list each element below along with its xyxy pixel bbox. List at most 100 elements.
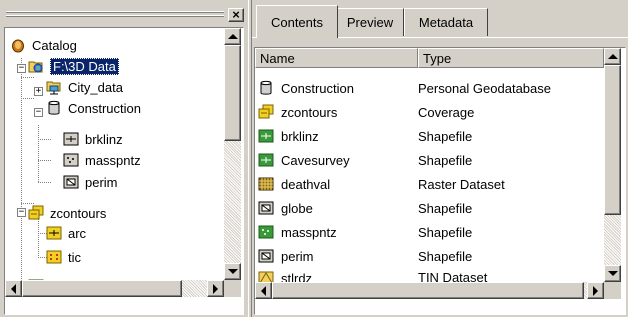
item-type: Personal Geodatabase — [418, 80, 551, 96]
pane-grip[interactable] — [6, 11, 224, 18]
list-scroll-up-button[interactable] — [604, 48, 621, 65]
tree-item-catalog[interactable]: Catalog — [9, 35, 77, 55]
tree-item-zcontours[interactable]: zcontours — [27, 203, 106, 223]
line-shapefile-icon — [258, 129, 274, 143]
tree-vertical-scroll-thumb[interactable] — [224, 45, 241, 141]
point-shapefile-icon — [63, 153, 79, 167]
list-vertical-scroll-thumb[interactable] — [604, 65, 621, 215]
arrow-right-icon — [593, 285, 598, 296]
arrow-down-icon — [607, 271, 618, 276]
tree-item-arc[interactable]: arc — [45, 223, 86, 243]
column-header-name[interactable]: Name — [255, 48, 418, 68]
arrow-left-icon — [11, 283, 16, 294]
tree-scroll-down-button[interactable] — [224, 263, 241, 280]
tree-item-label: perim — [85, 174, 118, 190]
tab-preview[interactable]: Preview — [336, 8, 404, 36]
item-name: globe — [281, 200, 313, 216]
tree-item-label: Catalog — [32, 37, 77, 53]
scrollbar-corner — [604, 282, 621, 299]
tree-item-masspntz[interactable]: masspntz — [62, 150, 141, 170]
line-shapefile-icon — [258, 153, 274, 167]
tree-horizontal-scroll-thumb[interactable] — [22, 280, 182, 297]
collapse-zcontours-button[interactable]: − — [17, 208, 26, 217]
polygon-shapefile-icon — [258, 249, 274, 263]
tree-scroll-up-button[interactable] — [224, 28, 241, 45]
tab-label: Preview — [346, 15, 394, 30]
connected-folder-icon — [28, 61, 43, 73]
arrow-down-icon — [227, 269, 238, 274]
list-item-brklinz[interactable]: brklinz Shapefile — [257, 124, 602, 148]
tab-metadata[interactable]: Metadata — [404, 8, 488, 36]
item-type: Coverage — [418, 104, 475, 120]
tic-coverage-icon — [46, 250, 62, 264]
list-scroll-down-button[interactable] — [604, 265, 621, 282]
column-header-label: Name — [260, 50, 295, 66]
list-item-globe[interactable]: globe Shapefile — [257, 196, 602, 220]
list-horizontal-scroll-thumb[interactable] — [272, 282, 584, 299]
list-item-stlrdz[interactable]: stlrdz TIN Dataset — [257, 268, 602, 282]
tree-item-label: F:\3D Data — [50, 57, 119, 75]
tree-scroll-right-button[interactable] — [207, 280, 224, 297]
tree-item-label: Construction — [68, 100, 141, 116]
collapse-construction-button[interactable]: − — [34, 108, 43, 117]
item-name: Construction — [281, 80, 354, 96]
list-item-cavesurvey[interactable]: Cavesurvey Shapefile — [257, 148, 602, 172]
tree-item-brklinz[interactable]: brklinz — [62, 129, 123, 149]
polygon-shapefile-icon — [258, 201, 274, 215]
arc-coverage-icon — [46, 226, 62, 240]
tree-item-label: City_data — [68, 79, 123, 95]
tree-item-label: tic — [68, 249, 81, 265]
column-header-type[interactable]: Type — [418, 48, 604, 68]
item-type: Shapefile — [418, 224, 473, 240]
item-name: perim — [281, 248, 314, 264]
arrow-up-icon — [607, 54, 618, 59]
collapse-f3d-button[interactable]: − — [17, 64, 26, 73]
item-name: Cavesurvey — [281, 152, 350, 168]
close-icon: × — [232, 7, 240, 22]
tree-item-perim[interactable]: perim — [62, 172, 118, 192]
tin-icon — [258, 271, 274, 282]
column-header-label: Type — [423, 50, 452, 66]
raster-icon — [258, 177, 274, 191]
list-item-perim[interactable]: perim Shapefile — [257, 244, 602, 268]
tree-item-city-data[interactable]: City_data — [45, 77, 123, 97]
list-scroll-left-button[interactable] — [255, 282, 272, 299]
tab-label: Metadata — [418, 15, 474, 30]
polygon-shapefile-icon — [63, 175, 79, 189]
item-type: TIN Dataset — [418, 270, 488, 282]
list-scroll-right-button[interactable] — [587, 282, 604, 299]
item-type: Shapefile — [418, 128, 473, 144]
close-pane-button[interactable]: × — [228, 8, 244, 22]
tree-item-f3d-data[interactable]: F:\3D Data — [27, 56, 119, 76]
catalog-tree: − + − − Catalog F:\3D Data City_data Con… — [4, 27, 244, 315]
item-type: Shapefile — [418, 152, 473, 168]
list-item-construction[interactable]: Construction Personal Geodatabase — [257, 76, 602, 100]
expand-city-data-button[interactable]: + — [34, 87, 43, 96]
item-type: Shapefile — [418, 200, 473, 216]
tree-scroll-left-button[interactable] — [5, 280, 22, 297]
geodatabase-icon — [260, 80, 272, 95]
geodatabase-icon — [48, 100, 60, 115]
network-folder-icon — [46, 81, 61, 95]
tree-item-label: zcontours — [50, 205, 107, 221]
item-type: Raster Dataset — [418, 176, 505, 192]
arrow-left-icon — [261, 285, 266, 296]
coverage-icon — [28, 205, 44, 220]
catalog-icon — [12, 39, 24, 53]
tree-item-construction[interactable]: Construction — [45, 98, 141, 118]
line-shapefile-icon — [63, 132, 79, 146]
list-item-deathval[interactable]: deathval Raster Dataset — [257, 172, 602, 196]
coverage-icon — [258, 104, 274, 119]
list-item-masspntz[interactable]: masspntz Shapefile — [257, 220, 602, 244]
arrow-right-icon — [213, 283, 218, 294]
tree-item-tic[interactable]: tic — [45, 247, 81, 267]
item-name: stlrdz — [281, 270, 313, 283]
item-name: masspntz — [281, 224, 337, 240]
tree-item-label: brklinz — [85, 131, 123, 147]
item-name: zcontours — [281, 104, 338, 120]
point-shapefile-icon — [258, 225, 274, 239]
list-item-zcontours[interactable]: zcontours Coverage — [257, 100, 602, 124]
item-name: deathval — [281, 176, 331, 192]
arrow-up-icon — [227, 34, 238, 39]
tab-contents[interactable]: Contents — [256, 5, 338, 38]
